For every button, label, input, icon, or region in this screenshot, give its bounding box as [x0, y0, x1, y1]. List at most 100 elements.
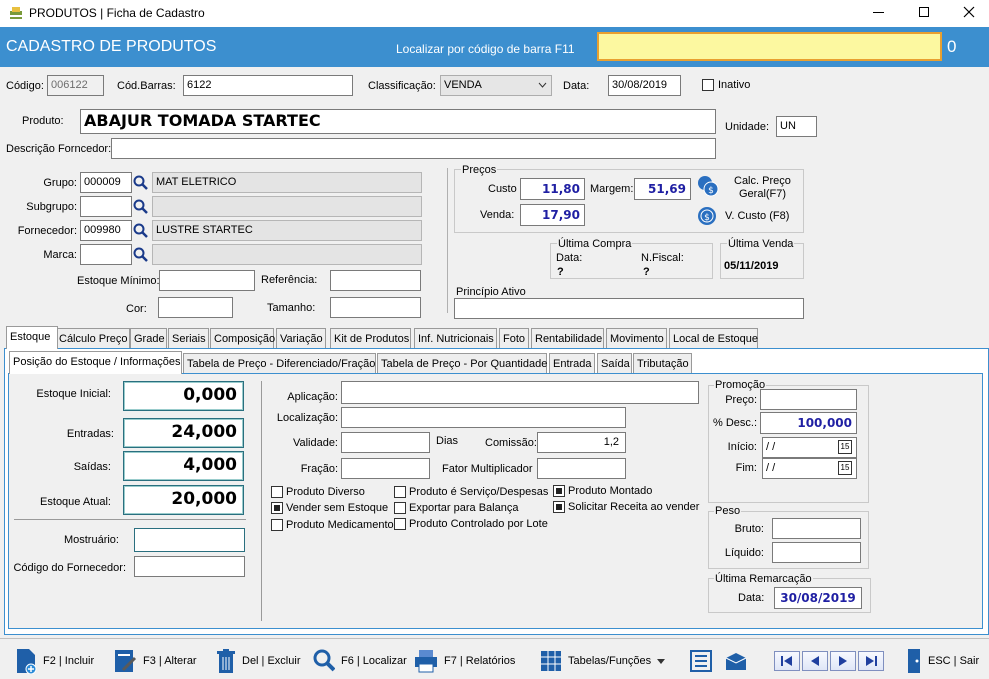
prev-icon	[811, 656, 819, 666]
data-field[interactable]: 30/08/2019	[608, 75, 681, 96]
estoque-min-field[interactable]	[159, 270, 255, 291]
alterar-button[interactable]: F3 | Alterar	[113, 647, 197, 675]
fracao-field[interactable]	[341, 458, 430, 479]
relatorios-button[interactable]: F7 | Relatórios	[414, 647, 515, 675]
vender-sem-estoque-checkbox[interactable]	[271, 502, 283, 514]
unidade-field[interactable]: UN	[776, 116, 817, 137]
descricao-field[interactable]	[111, 138, 716, 159]
fornecedor-code-field[interactable]: 009980	[80, 220, 132, 241]
fator-field[interactable]	[537, 458, 626, 479]
tab-2[interactable]: Grade	[130, 328, 167, 349]
validade-field[interactable]	[341, 432, 430, 453]
subtab-1[interactable]: Tabela de Preço - Diferenciado/Fração	[183, 353, 376, 374]
tab-1[interactable]: Cálculo Preço	[55, 328, 130, 349]
barcode-search-input[interactable]	[597, 32, 942, 61]
bruto-field[interactable]	[772, 518, 861, 539]
excluir-button[interactable]: Del | Excluir	[216, 647, 300, 675]
incluir-label: F2 | Incluir	[43, 655, 95, 667]
venda-field[interactable]: 17,90	[520, 204, 585, 226]
calc-price-label-1[interactable]: Calc. Preço	[734, 175, 791, 187]
subgrupo-code-field[interactable]	[80, 196, 132, 217]
subtab-4[interactable]: Saída	[597, 353, 632, 374]
maximize-icon[interactable]	[919, 7, 929, 17]
header-bar: CADASTRO DE PRODUTOS Localizar por códig…	[0, 27, 989, 67]
codbarras-field[interactable]: 6122	[183, 75, 353, 96]
first-record-button[interactable]	[774, 651, 800, 671]
chevron-down-icon	[538, 82, 547, 88]
box-icon[interactable]	[724, 650, 748, 672]
aplicacao-field[interactable]	[341, 381, 699, 404]
tab-0[interactable]: Estoque	[6, 326, 58, 349]
tamanho-field[interactable]	[330, 297, 421, 318]
servico-checkbox[interactable]	[394, 486, 406, 498]
produto-medicamento-checkbox[interactable]	[271, 519, 283, 531]
solicitar-receita-checkbox[interactable]	[553, 501, 565, 513]
aplicacao-label: Aplicação:	[287, 391, 338, 403]
tab-6[interactable]: Kit de Produtos	[330, 328, 411, 349]
tab-10[interactable]: Movimento	[606, 328, 667, 349]
v-custo-icon[interactable]: $	[696, 205, 718, 227]
venda-label: Venda:	[480, 209, 515, 221]
localizar-button[interactable]: F6 | Localizar	[313, 647, 407, 675]
tab-8[interactable]: Foto	[499, 328, 529, 349]
localizacao-field[interactable]	[341, 407, 626, 428]
cor-field[interactable]	[158, 297, 233, 318]
marca-code-field[interactable]	[80, 244, 132, 265]
promo-desc-field[interactable]: 100,000	[760, 412, 857, 434]
subtab-5[interactable]: Tributação	[633, 353, 692, 374]
sair-button[interactable]: ESC | Sair	[906, 647, 979, 675]
tab-5[interactable]: Variação	[276, 328, 326, 349]
inativo-checkbox[interactable]	[702, 79, 714, 91]
tab-7[interactable]: Inf. Nutricionais	[414, 328, 497, 349]
tab-4[interactable]: Composição	[210, 328, 275, 349]
minimize-icon[interactable]	[873, 12, 884, 13]
calendar-icon[interactable]: 15	[838, 440, 852, 454]
mostruario-field[interactable]	[134, 528, 245, 552]
search-icon[interactable]	[132, 174, 149, 191]
search-icon[interactable]	[132, 198, 149, 215]
produto-montado-checkbox[interactable]	[553, 485, 565, 497]
fornecedor-label: Fornecedor:	[17, 225, 77, 237]
codforn-field[interactable]	[134, 556, 245, 577]
divider	[261, 381, 262, 621]
checklist-icon[interactable]	[690, 650, 712, 672]
search-icon[interactable]	[132, 222, 149, 239]
next-record-button[interactable]	[830, 651, 856, 671]
uc-nf-value: ?	[643, 266, 650, 278]
codbarras-label: Cód.Barras:	[117, 80, 176, 92]
calc-price-label-2[interactable]: Geral(F7)	[739, 188, 786, 200]
new-document-icon	[17, 649, 37, 674]
calc-price-icon[interactable]: $	[696, 174, 720, 198]
v-custo-label[interactable]: V. Custo (F8)	[725, 210, 789, 222]
referencia-field[interactable]	[330, 270, 421, 291]
promo-preco-field[interactable]	[760, 389, 857, 410]
exportar-balanca-checkbox[interactable]	[394, 502, 406, 514]
solicitar-receita-label: Solicitar Receita ao vender	[568, 501, 700, 513]
calendar-icon[interactable]: 15	[838, 461, 852, 475]
principio-field[interactable]	[454, 298, 804, 319]
tab-3[interactable]: Seriais	[168, 328, 209, 349]
last-record-button[interactable]	[858, 651, 884, 671]
liquido-field[interactable]	[772, 542, 861, 563]
grupo-code-field[interactable]: 000009	[80, 172, 132, 193]
subtab-2[interactable]: Tabela de Preço - Por Quantidade	[377, 353, 547, 374]
incluir-button[interactable]: F2 | Incluir	[15, 647, 94, 675]
produto-diverso-checkbox[interactable]	[271, 486, 283, 498]
tabelas-button[interactable]: Tabelas/Funções	[540, 647, 666, 675]
last-icon	[866, 656, 877, 666]
close-icon[interactable]	[962, 5, 976, 19]
tab-11[interactable]: Local de Estoque	[669, 328, 758, 349]
classificacao-select[interactable]: VENDA	[440, 75, 552, 96]
controlado-lote-checkbox[interactable]	[394, 518, 406, 530]
prev-record-button[interactable]	[802, 651, 828, 671]
search-icon	[313, 649, 335, 672]
comissao-field[interactable]: 1,2	[537, 432, 626, 453]
subtab-0[interactable]: Posição do Estoque / Informações	[9, 351, 182, 374]
tab-9[interactable]: Rentabilidade	[531, 328, 604, 349]
exit-icon	[908, 649, 920, 673]
search-icon[interactable]	[132, 246, 149, 263]
custo-field[interactable]: 11,80	[520, 178, 585, 200]
produto-field[interactable]: ABAJUR TOMADA STARTEC	[80, 109, 716, 134]
subtab-3[interactable]: Entrada	[549, 353, 595, 374]
margem-field[interactable]: 51,69	[634, 178, 691, 200]
